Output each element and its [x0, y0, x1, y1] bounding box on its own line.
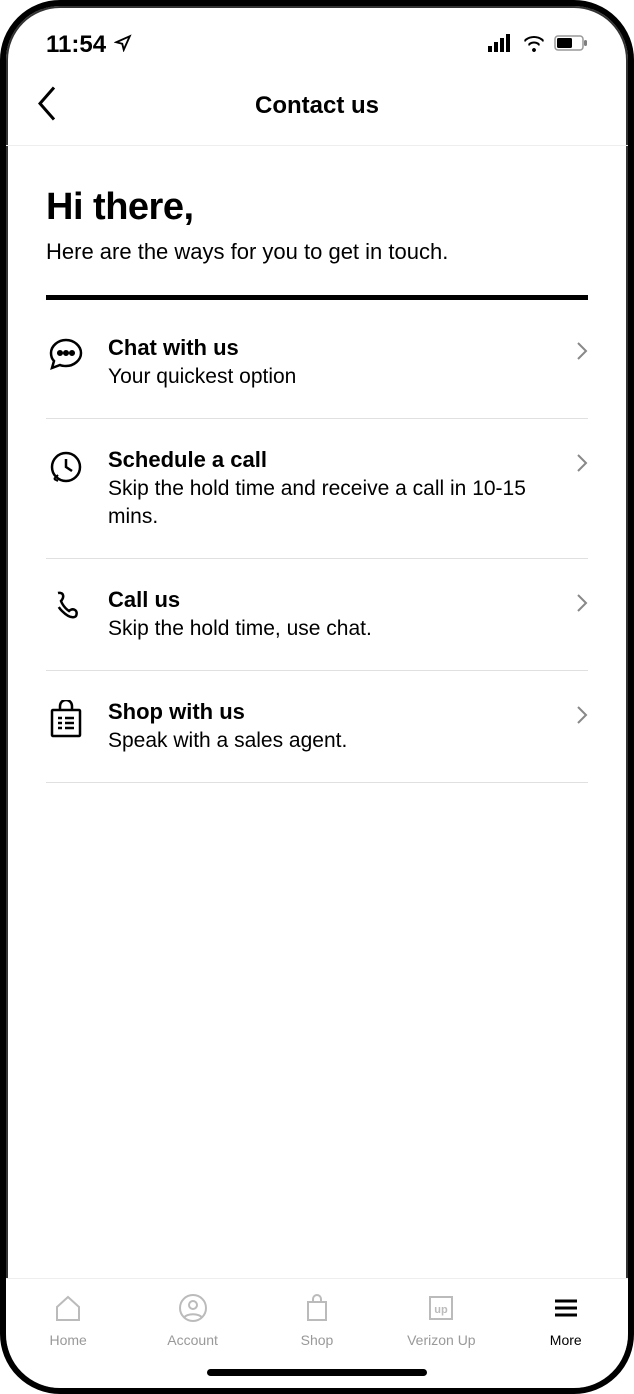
home-icon: [53, 1293, 83, 1326]
shopping-bag-icon: [46, 699, 86, 739]
location-icon: [114, 31, 132, 59]
option-desc: Skip the hold time and receive a call in…: [108, 475, 554, 530]
option-text: Shop with us Speak with a sales agent.: [108, 699, 554, 754]
clock-icon: [46, 447, 86, 487]
option-call-us[interactable]: Call us Skip the hold time, use chat.: [46, 559, 588, 671]
greeting-heading: Hi there,: [46, 186, 588, 229]
chat-icon: [46, 335, 86, 375]
shop-icon: [302, 1293, 332, 1326]
option-desc: Your quickest option: [108, 363, 554, 390]
option-title: Chat with us: [108, 335, 554, 361]
tab-label: More: [550, 1332, 582, 1348]
tab-shop[interactable]: Shop: [262, 1293, 372, 1348]
option-desc: Skip the hold time, use chat.: [108, 615, 554, 642]
phone-frame: 11:54: [0, 0, 634, 1394]
chevron-right-icon: [576, 341, 588, 366]
tab-home[interactable]: Home: [13, 1293, 123, 1348]
hamburger-icon: [551, 1293, 581, 1326]
tab-label: Verizon Up: [407, 1332, 475, 1348]
option-text: Chat with us Your quickest option: [108, 335, 554, 390]
back-button[interactable]: [36, 85, 58, 126]
tab-account[interactable]: Account: [138, 1293, 248, 1348]
nav-header: Contact us: [6, 66, 628, 146]
greeting-subtitle: Here are the ways for you to get in touc…: [46, 239, 588, 265]
battery-icon: [554, 35, 588, 56]
content: Hi there, Here are the ways for you to g…: [6, 146, 628, 783]
cellular-icon: [488, 34, 514, 57]
phone-icon: [46, 587, 86, 627]
tab-more[interactable]: More: [511, 1293, 621, 1348]
option-title: Schedule a call: [108, 447, 554, 473]
option-chat-with-us[interactable]: Chat with us Your quickest option: [46, 300, 588, 419]
option-shop-with-us[interactable]: Shop with us Speak with a sales agent.: [46, 671, 588, 783]
tab-label: Account: [167, 1332, 218, 1348]
status-right: [488, 34, 588, 57]
chevron-right-icon: [576, 453, 588, 478]
option-text: Call us Skip the hold time, use chat.: [108, 587, 554, 642]
status-time: 11:54: [46, 31, 106, 59]
chevron-right-icon: [576, 593, 588, 618]
option-title: Shop with us: [108, 699, 554, 725]
tab-label: Shop: [301, 1332, 334, 1348]
status-left: 11:54: [46, 31, 132, 59]
verizon-up-icon: up: [426, 1293, 456, 1326]
home-indicator[interactable]: [207, 1369, 427, 1376]
option-schedule-a-call[interactable]: Schedule a call Skip the hold time and r…: [46, 419, 588, 559]
account-icon: [178, 1293, 208, 1326]
wifi-icon: [522, 34, 546, 57]
option-title: Call us: [108, 587, 554, 613]
tab-verizon-up[interactable]: up Verizon Up: [386, 1293, 496, 1348]
status-bar: 11:54: [6, 6, 628, 66]
page-title: Contact us: [255, 92, 379, 120]
option-text: Schedule a call Skip the hold time and r…: [108, 447, 554, 530]
tab-label: Home: [50, 1332, 87, 1348]
option-desc: Speak with a sales agent.: [108, 727, 554, 754]
chevron-right-icon: [576, 705, 588, 730]
svg-text:up: up: [435, 1304, 449, 1316]
